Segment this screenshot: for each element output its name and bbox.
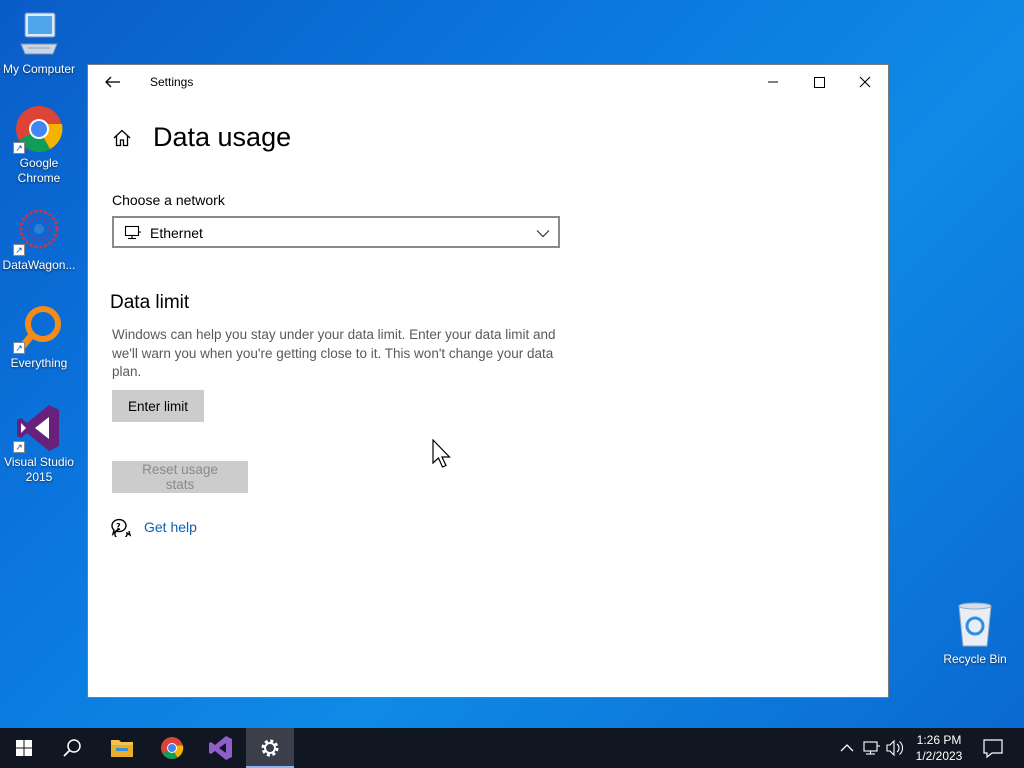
network-select-value: Ethernet (150, 225, 203, 241)
desktop-icon-label: My Computer (2, 62, 76, 76)
show-hidden-icons-button[interactable] (836, 728, 858, 768)
action-center-button[interactable] (978, 728, 1008, 768)
folder-icon (111, 740, 133, 757)
shortcut-arrow-icon: ↗ (13, 244, 25, 256)
chevron-up-icon (840, 744, 854, 752)
enter-limit-button[interactable]: Enter limit (112, 390, 204, 422)
datawagon-icon: ↗ (13, 206, 65, 256)
taskbar-visual-studio[interactable] (197, 728, 245, 768)
recycle-bin-icon (949, 600, 1001, 650)
chrome-icon: ↗ (13, 104, 65, 154)
desktop-icon-recycle-bin[interactable]: Recycle Bin (936, 600, 1014, 667)
desktop-icon-label: Everything (10, 356, 68, 370)
clock-time: 1:26 PM (916, 733, 962, 747)
desktop-icon-label: DataWagon... (2, 258, 76, 272)
desktop-icon-label: Recycle Bin (943, 652, 1007, 666)
shortcut-arrow-icon: ↗ (13, 342, 25, 354)
title-bar[interactable]: Settings (88, 65, 888, 99)
network-select[interactable]: Ethernet (112, 216, 560, 248)
desktop-icon-datawagon[interactable]: ↗ DataWagon... (0, 206, 78, 273)
taskbar-search-button[interactable] (48, 728, 96, 768)
ethernet-icon (124, 225, 142, 241)
data-limit-heading: Data limit (110, 292, 190, 313)
visual-studio-icon (209, 736, 232, 760)
minimize-button[interactable] (750, 65, 796, 99)
speaker-icon (886, 739, 904, 757)
page-title: Data usage (153, 122, 292, 152)
taskbar: 1:26 PM 1/2/2023 (0, 728, 1024, 768)
window-title: Settings (150, 75, 194, 89)
desktop-icon-label: Google Chrome (17, 156, 61, 185)
minimize-icon (768, 81, 778, 83)
taskbar-clock[interactable]: 1:26 PM 1/2/2023 (906, 732, 972, 764)
shortcut-arrow-icon: ↗ (13, 142, 25, 154)
desktop-icon-label: Visual Studio 2015 (4, 455, 74, 484)
back-arrow-icon (105, 76, 120, 88)
get-help-link[interactable]: Get help (144, 519, 197, 535)
clock-date: 1/2/2023 (915, 749, 963, 763)
chrome-icon (161, 737, 184, 759)
desktop-icon-my-computer[interactable]: My Computer (0, 10, 78, 77)
settings-window: Settings Data usage Choose a network Eth… (87, 64, 889, 698)
gear-icon (261, 739, 279, 757)
volume-tray-button[interactable] (884, 728, 906, 768)
network-label: Choose a network (112, 192, 225, 208)
network-icon (863, 741, 880, 755)
taskbar-chrome[interactable] (148, 728, 196, 768)
taskbar-settings[interactable] (246, 728, 294, 768)
back-button[interactable] (102, 72, 124, 92)
get-help-icon: ? (110, 517, 132, 540)
chevron-down-icon (536, 226, 550, 240)
reset-usage-stats-button[interactable]: Reset usage stats (112, 461, 248, 493)
home-icon[interactable] (112, 128, 132, 148)
network-tray-button[interactable] (860, 728, 884, 768)
windows-logo-icon (16, 740, 32, 756)
svg-text:?: ? (116, 522, 121, 531)
everything-search-icon: ↗ (13, 304, 65, 354)
maximize-icon (814, 77, 825, 88)
data-limit-description: Windows can help you stay under your dat… (112, 327, 556, 379)
computer-icon (13, 10, 65, 60)
close-icon (859, 76, 871, 88)
shortcut-arrow-icon: ↗ (13, 441, 25, 453)
search-icon (63, 739, 81, 757)
visual-studio-icon: ↗ (13, 403, 65, 453)
desktop-icon-visual-studio[interactable]: ↗ Visual Studio 2015 (0, 403, 78, 485)
close-button[interactable] (842, 65, 888, 99)
maximize-button[interactable] (796, 65, 842, 99)
mouse-cursor-icon (432, 438, 454, 471)
taskbar-file-explorer[interactable] (98, 728, 146, 768)
desktop-icon-google-chrome[interactable]: ↗ Google Chrome (0, 104, 78, 186)
start-button[interactable] (0, 728, 48, 768)
desktop-icon-everything[interactable]: ↗ Everything (0, 304, 78, 371)
notification-icon (983, 739, 1003, 759)
